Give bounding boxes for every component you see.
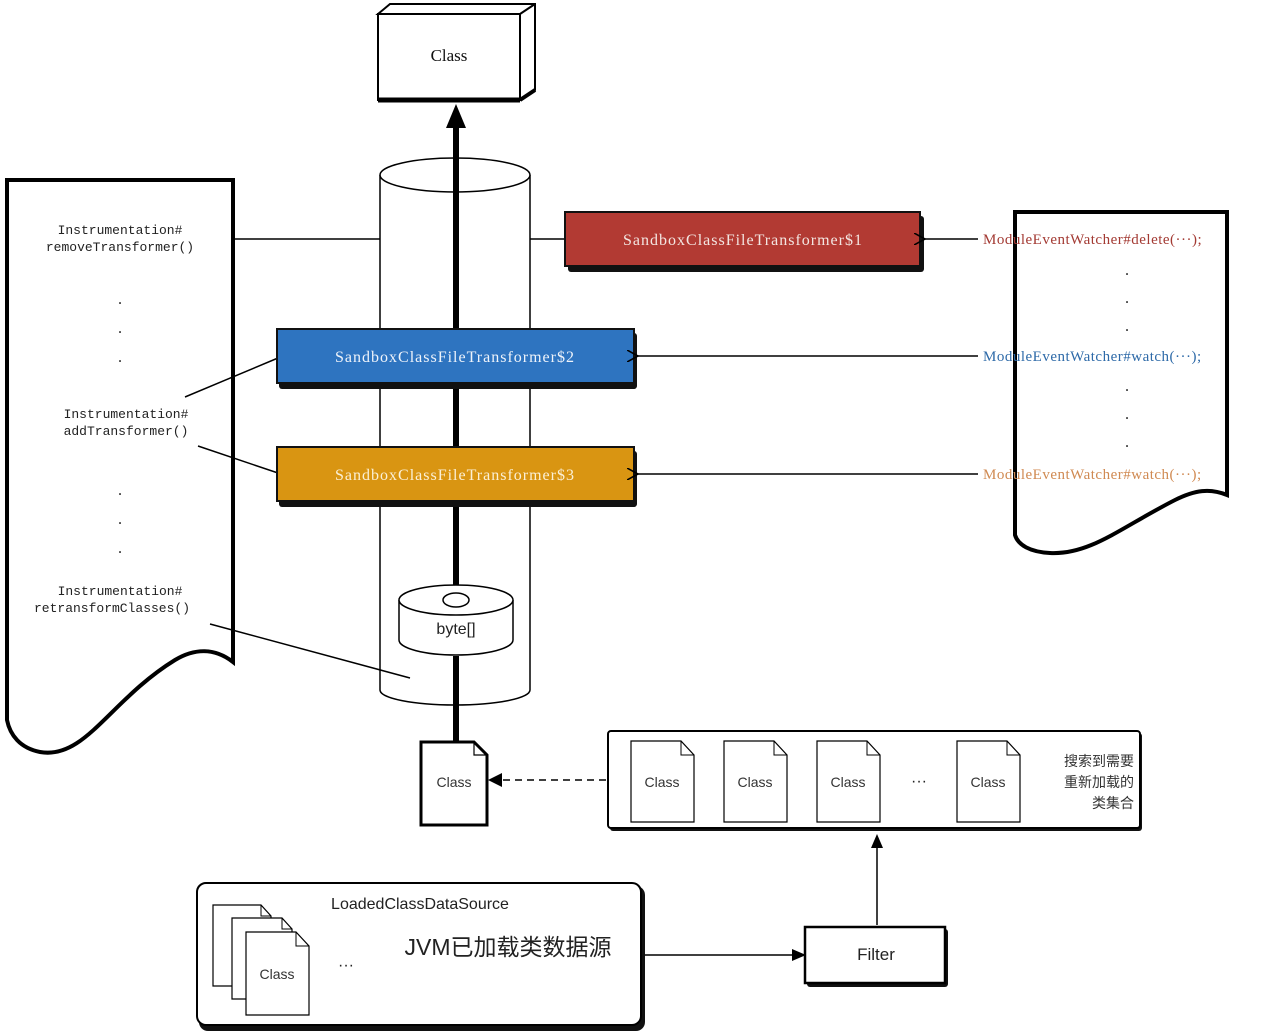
watcher-watch-call: ModuleEventWatcher#watch(···);	[983, 349, 1202, 365]
search-set-caption-line1: 搜索到需要	[1064, 753, 1134, 769]
search-set-caption-line2: 重新加载的	[1064, 774, 1134, 790]
left-document-shape	[5, 178, 235, 755]
byte-array-label: byte[]	[436, 621, 475, 638]
search-set-caption-line3: 类集合	[1092, 795, 1134, 811]
diagram-canvas: Instrumentation# removeTransformer() . .…	[5, 3, 1229, 1031]
select-class-arrowhead	[488, 773, 502, 787]
data-source-ellipsis: ···	[338, 957, 354, 974]
retransform-classes-line1: Instrumentation#	[58, 584, 183, 599]
watcher-delete-call: ModuleEventWatcher#delete(···);	[983, 232, 1202, 248]
right-ellipsis-dot: .	[1123, 380, 1131, 395]
byte-array-store	[398, 584, 514, 656]
flow-up-arrowhead	[446, 104, 466, 128]
transformer-3-label: SandboxClassFileTransformer$3	[335, 467, 575, 484]
transformer-1-label: SandboxClassFileTransformer$1	[623, 232, 863, 249]
watcher-watch-call: ModuleEventWatcher#watch(···);	[983, 467, 1202, 483]
right-ellipsis-dot: .	[1123, 436, 1131, 451]
filter-label: Filter	[857, 945, 895, 964]
top-class-label: Class	[431, 46, 468, 65]
left-ellipsis-dot: .	[116, 542, 124, 557]
add-transformer-line1: Instrumentation#	[64, 407, 189, 422]
set-class-label: Class	[737, 774, 772, 790]
filter-to-set-arrowhead	[871, 834, 883, 848]
set-class-label: Class	[970, 774, 1005, 790]
set-class-label: Class	[644, 774, 679, 790]
remove-transformer-line1: Instrumentation#	[58, 223, 183, 238]
set-class-label: Class	[830, 774, 865, 790]
data-source-subtitle: JVM已加载类数据源	[405, 934, 612, 960]
left-ellipsis-dot: .	[116, 293, 124, 308]
current-class-label: Class	[436, 774, 471, 790]
right-ellipsis-dot: .	[1123, 264, 1131, 279]
right-ellipsis-dot: .	[1123, 292, 1131, 307]
data-source-title: LoadedClassDataSource	[331, 896, 509, 913]
right-ellipsis-dot: .	[1123, 320, 1131, 335]
retransform-classes-line2: retransformClasses()	[34, 601, 190, 616]
transformer-2-label: SandboxClassFileTransformer$2	[335, 349, 575, 366]
left-ellipsis-dot: .	[116, 513, 124, 528]
right-ellipsis-dot: .	[1123, 408, 1131, 423]
class-stack-label: Class	[259, 966, 294, 982]
set-class-document: Class	[956, 740, 1021, 823]
set-ellipsis: ···	[911, 773, 927, 790]
right-document-shape	[1013, 210, 1229, 556]
left-ellipsis-dot: .	[116, 351, 124, 366]
set-class-document: Class	[630, 740, 695, 823]
set-class-document: Class	[816, 740, 881, 823]
set-class-document: Class	[723, 740, 788, 823]
left-ellipsis-dot: .	[116, 484, 124, 499]
remove-transformer-line2: removeTransformer()	[46, 240, 194, 255]
left-ellipsis-dot: .	[116, 322, 124, 337]
add-transformer-line2: addTransformer()	[64, 424, 189, 439]
